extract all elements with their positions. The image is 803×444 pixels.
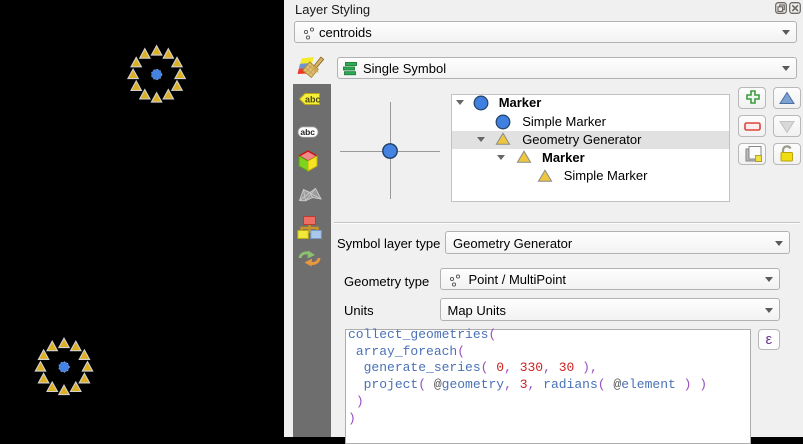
svg-text:abc: abc [305,94,321,104]
svg-text:abc: abc [300,127,315,137]
